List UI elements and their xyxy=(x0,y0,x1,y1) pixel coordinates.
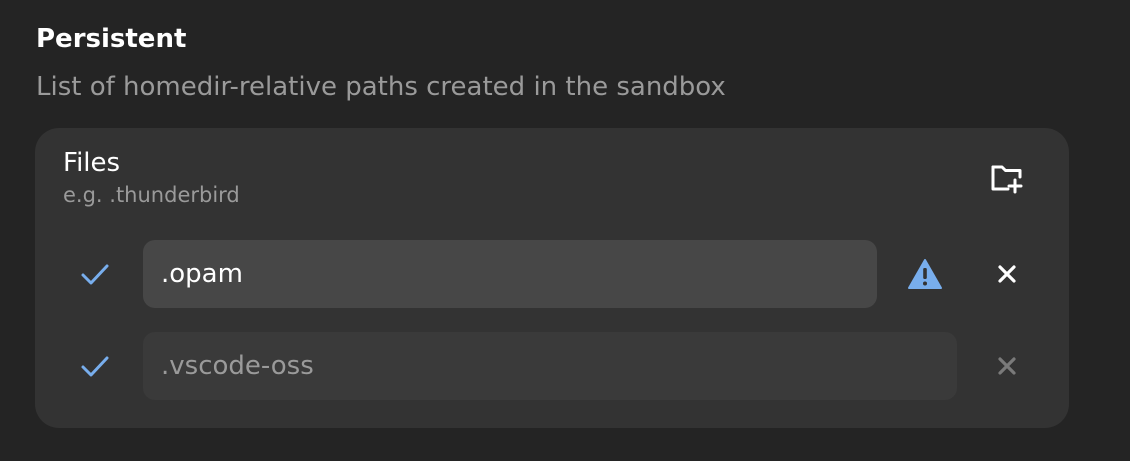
remove-entry-button[interactable] xyxy=(989,256,1025,292)
add-folder-button[interactable] xyxy=(981,158,1033,202)
files-card: Files e.g. .thunderbird xyxy=(35,128,1069,428)
file-row xyxy=(35,240,1069,308)
files-group-title: Files xyxy=(63,148,121,178)
check-icon xyxy=(79,260,111,288)
page-description: List of homedir-relative paths created i… xyxy=(36,72,726,102)
path-entry-input[interactable] xyxy=(143,332,957,400)
files-group-subtitle: e.g. .thunderbird xyxy=(63,183,240,207)
path-entry-input[interactable] xyxy=(143,240,877,308)
close-icon xyxy=(998,357,1016,375)
check-icon xyxy=(79,352,111,380)
page-title: Persistent xyxy=(36,24,187,54)
close-icon xyxy=(998,265,1016,283)
warning-triangle-icon xyxy=(905,256,945,292)
file-row xyxy=(35,332,1069,400)
folder-plus-icon xyxy=(990,162,1024,198)
remove-entry-button[interactable] xyxy=(989,348,1025,384)
